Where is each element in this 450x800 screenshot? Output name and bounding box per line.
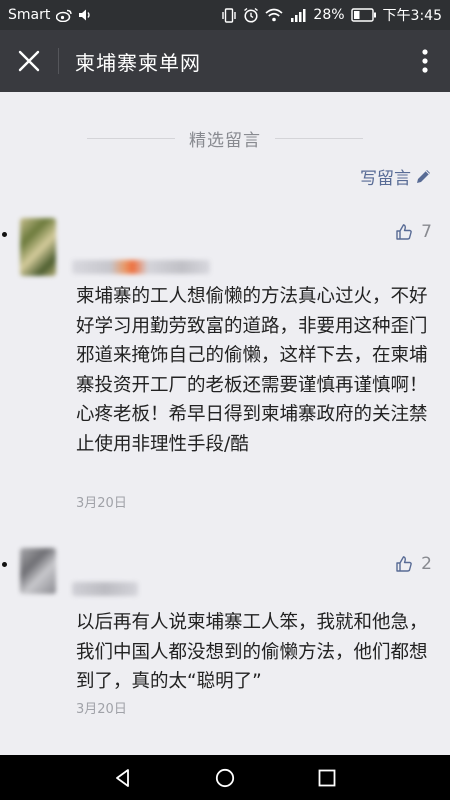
more-vertical-icon <box>422 49 428 73</box>
comment-text: 柬埔寨的工人想偷懒的方法真心过火，不好好学习用勤劳致富的道路，非要用这种歪门邪道… <box>76 286 428 455</box>
write-comment-link[interactable]: 写留言 <box>360 164 432 189</box>
title-divider <box>58 48 59 74</box>
write-comment-label: 写留言 <box>360 169 411 189</box>
thumbs-up-icon <box>396 224 412 240</box>
section-header: 精选留言 <box>0 126 450 151</box>
carrier-label: Smart <box>8 7 51 23</box>
nickname <box>72 260 210 274</box>
status-time: 下午3:45 <box>382 8 442 24</box>
comment-date: 3月20日 <box>76 496 127 511</box>
signal-icon <box>289 8 307 22</box>
page-title: 柬埔寨柬单网 <box>75 50 201 75</box>
pencil-icon <box>417 170 430 183</box>
back-button[interactable] <box>98 755 148 800</box>
home-button[interactable] <box>200 755 250 800</box>
like-count: 2 <box>421 554 432 574</box>
more-button[interactable] <box>400 30 450 92</box>
comments-page: 精选留言 写留言 7 柬埔寨的工人想偷懒的方法真心过火，不好好学习用勤劳致富的道… <box>0 92 450 755</box>
comment-date: 3月20日 <box>76 702 127 717</box>
navigation-bar <box>0 755 450 800</box>
recent-apps-button[interactable] <box>302 755 352 800</box>
bullet-dot <box>2 562 7 567</box>
close-button[interactable] <box>0 30 58 92</box>
volume-icon <box>78 8 93 22</box>
alarm-icon <box>243 7 259 23</box>
vibrate-icon <box>221 7 237 23</box>
battery-percent: 28% <box>313 7 345 23</box>
title-bar: 柬埔寨柬单网 <box>0 30 450 92</box>
battery-icon <box>350 8 377 22</box>
like-button[interactable]: 2 <box>395 554 432 574</box>
home-circle-icon <box>215 768 235 787</box>
avatar[interactable] <box>20 548 56 594</box>
close-icon <box>18 50 40 72</box>
bullet-dot <box>2 232 7 237</box>
section-title: 精选留言 <box>189 131 261 151</box>
nickname <box>72 582 138 596</box>
wifi-icon <box>265 8 283 22</box>
recent-square-icon <box>318 769 336 786</box>
divider <box>87 138 175 139</box>
back-triangle-icon <box>116 768 129 787</box>
thumbs-up-icon <box>396 556 412 572</box>
like-button[interactable]: 7 <box>395 222 432 242</box>
avatar[interactable] <box>20 218 56 276</box>
like-count: 7 <box>421 222 432 242</box>
comment-text: 以后再有人说柬埔寨工人笨，我就和他急，我们中国人都没想到的偷懒方法，他们都想到了… <box>76 612 428 692</box>
weibo-icon <box>56 9 73 22</box>
divider <box>275 138 363 139</box>
status-bar: Smart 28% 下午3:45 <box>0 0 450 30</box>
